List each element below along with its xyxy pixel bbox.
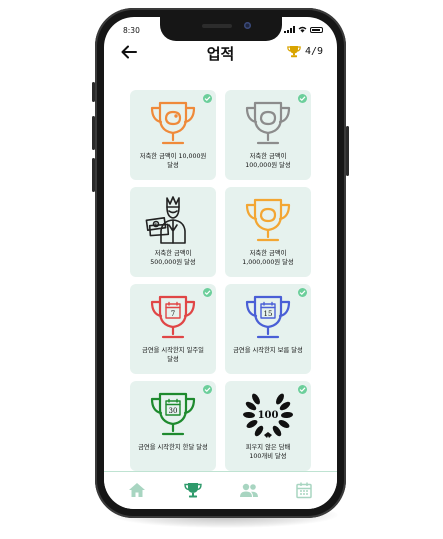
home-icon (129, 483, 145, 497)
users-icon (240, 483, 258, 497)
trophy-icon (184, 483, 202, 498)
achievement-card-cigarettes-100[interactable]: 100 피우지 않은 담배 100개비 달성 (225, 381, 311, 471)
svg-text:30: 30 (169, 407, 178, 415)
achievement-label: 저축한 금액이 10,000원 달성 (139, 153, 207, 169)
achievement-label: 금연을 시작한지 보름 달성 (233, 347, 303, 354)
calendar-trophy-icon: 7 (150, 295, 196, 339)
svg-text:100: 100 (258, 410, 279, 421)
status-time: 8:30 (123, 26, 140, 35)
wifi-icon (298, 26, 307, 33)
laurel-wreath-icon: 100 (243, 393, 293, 438)
volume-down-button (92, 158, 95, 192)
notch (160, 17, 282, 41)
calendar-trophy-icon: 30 (150, 392, 196, 436)
power-button (346, 126, 349, 176)
svg-text:15: 15 (264, 310, 273, 318)
tab-community[interactable] (239, 481, 259, 499)
completed-check-icon (203, 385, 212, 394)
achievement-count: 4/9 (287, 45, 323, 58)
completed-check-icon (298, 288, 307, 297)
achievement-card-quit-smoking-week[interactable]: 7 금연을 시작한지 일주일 달성 (130, 284, 216, 374)
achievement-count-text: 4/9 (304, 46, 323, 57)
achievement-label: 저축한 금액이 1,000,000원 달성 (242, 250, 294, 266)
completed-check-icon (298, 385, 307, 394)
achievement-label: 금연을 시작한지 일주일 달성 (142, 347, 204, 363)
piggy-bank-trophy-icon (245, 101, 291, 145)
mute-switch (92, 82, 95, 102)
completed-check-icon (203, 94, 212, 103)
svg-text:$: $ (154, 223, 157, 229)
achievement-card-savings-100000[interactable]: 저축한 금액이 100,000원 달성 (225, 90, 311, 180)
completed-check-icon (203, 288, 212, 297)
achievement-card-quit-smoking-month[interactable]: 30 금연을 시작한지 한달 달성 (130, 381, 216, 471)
tab-achievements[interactable] (183, 481, 203, 499)
completed-check-icon (298, 94, 307, 103)
achievement-label: 금연을 시작한지 한달 달성 (138, 444, 208, 451)
achievement-card-savings-500000[interactable]: $ 저축한 금액이 500,000원 달성 (130, 187, 216, 277)
front-camera (244, 22, 251, 29)
king-with-money-icon: $ (145, 196, 186, 244)
achievement-label: 저축한 금액이 500,000원 달성 (150, 250, 196, 266)
tab-calendar[interactable] (294, 481, 314, 499)
status-icons (284, 26, 323, 33)
tab-home[interactable] (127, 481, 147, 499)
achievement-label: 저축한 금액이 100,000원 달성 (245, 153, 291, 169)
achievement-label: 피우지 않은 담배 100개비 달성 (245, 444, 291, 460)
achievement-card-savings-10000[interactable]: 저축한 금액이 10,000원 달성 (130, 90, 216, 180)
calendar-trophy-icon: 15 (245, 295, 291, 339)
trophy-icon (287, 46, 301, 58)
speaker (202, 24, 232, 28)
battery-icon (310, 26, 323, 33)
achievement-card-savings-1000000[interactable]: 저축한 금액이 1,000,000원 달성 (225, 187, 311, 277)
bottom-tab-bar (104, 471, 337, 509)
achievement-card-quit-smoking-fortnight[interactable]: 15 금연을 시작한지 보름 달성 (225, 284, 311, 374)
piggy-bank-trophy-icon (245, 198, 291, 242)
volume-up-button (92, 116, 95, 150)
header: 업적 4/9 (104, 41, 337, 73)
signal-icon (284, 26, 295, 33)
svg-text:7: 7 (171, 310, 175, 318)
calendar-icon (296, 482, 312, 499)
piggy-bank-trophy-icon (150, 101, 196, 145)
screen: 8:30 업적 4/9 저축한 금액이 10,000원 달성 저축한 금액이 1… (104, 17, 337, 509)
